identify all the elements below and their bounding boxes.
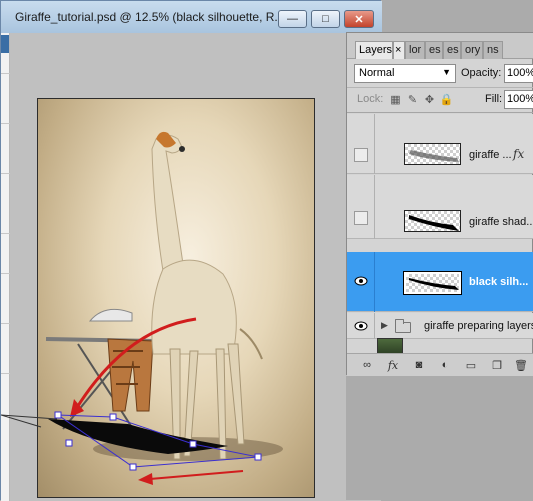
layers-panel: Layers × lor es es ory ns Normal ▼ Opaci… [346,32,533,376]
giraffe-artwork [45,131,283,485]
fill-input[interactable]: 100% [504,90,533,109]
layer-row-selected[interactable]: black silh... [347,252,533,312]
lock-pixels-icon[interactable]: ✎ [406,93,419,106]
layer-thumbnail [404,210,461,232]
opacity-label: Opacity: [461,67,502,79]
fill-label: Fill: [485,93,503,105]
lock-position-icon[interactable]: ✥ [423,93,436,106]
tab-color[interactable]: lor [405,41,425,59]
expand-arrow-icon[interactable]: ▶ [381,320,388,331]
transform-guide [1,414,58,428]
mask-icon[interactable]: ◙ [411,358,427,372]
minimize-icon: — [287,13,298,25]
tab-history[interactable]: ory [461,41,483,59]
fx-icon[interactable]: fx [385,358,401,372]
layer-name: giraffe preparing layers [424,320,533,332]
close-icon: ✕ [354,13,364,26]
new-layer-icon[interactable]: ❐ [489,358,505,372]
canvas-image[interactable] [37,98,315,498]
layer-group-row[interactable]: ▶ giraffe preparing layers [347,313,533,339]
layer-row[interactable]: giraffe ... fx [347,114,533,174]
tab-styles[interactable]: es [443,41,461,59]
lock-transparent-icon[interactable]: ▦ [389,93,402,106]
blend-mode-select[interactable]: Normal ▼ [354,64,456,83]
tab-layers[interactable]: Layers [355,41,393,59]
fx-icon[interactable]: fx [513,147,524,161]
workspace-background [346,376,533,500]
layer-name: giraffe ... [469,149,512,161]
opacity-input[interactable]: 100% [504,64,533,83]
layer-thumbnail [403,271,462,295]
layer-row[interactable]: giraffe shad... [347,175,533,239]
chevron-down-icon: ▼ [442,67,451,77]
folder-icon[interactable]: ▭ [463,358,479,372]
maximize-button[interactable]: □ [311,10,340,28]
document-titlebar[interactable]: Giraffe_tutorial.psd @ 12.5% (black silh… [1,1,382,33]
eye-icon[interactable] [354,274,368,288]
minimize-button[interactable]: — [278,10,307,28]
visibility-toggle[interactable] [354,211,368,225]
link-icon[interactable]: ∞ [359,358,375,372]
folder-icon [395,319,411,333]
layer-name: black silh... [469,276,529,288]
eye-icon[interactable] [354,319,368,333]
document-title: Giraffe_tutorial.psd @ 12.5% (black silh… [15,10,277,24]
tab-actions[interactable]: ns [483,41,503,59]
visibility-toggle[interactable] [354,148,368,162]
document-window: Giraffe_tutorial.psd @ 12.5% (black silh… [0,0,382,501]
tab-close-icon[interactable]: × [393,41,405,59]
tab-swatches[interactable]: es [425,41,443,59]
maximize-icon: □ [322,13,329,25]
layer-thumbnail [404,143,461,165]
close-button[interactable]: ✕ [344,10,374,28]
layer-name: giraffe shad... [469,216,533,228]
layers-panel-footer: ∞ fx ◙ ◐ ▭ ❐ 🗑 [347,353,533,376]
lock-label: Lock: [357,93,384,105]
adjustment-icon[interactable]: ◐ [437,358,453,372]
lock-all-icon[interactable]: 🔒 [440,93,454,106]
trash-icon[interactable]: 🗑 [513,358,529,372]
